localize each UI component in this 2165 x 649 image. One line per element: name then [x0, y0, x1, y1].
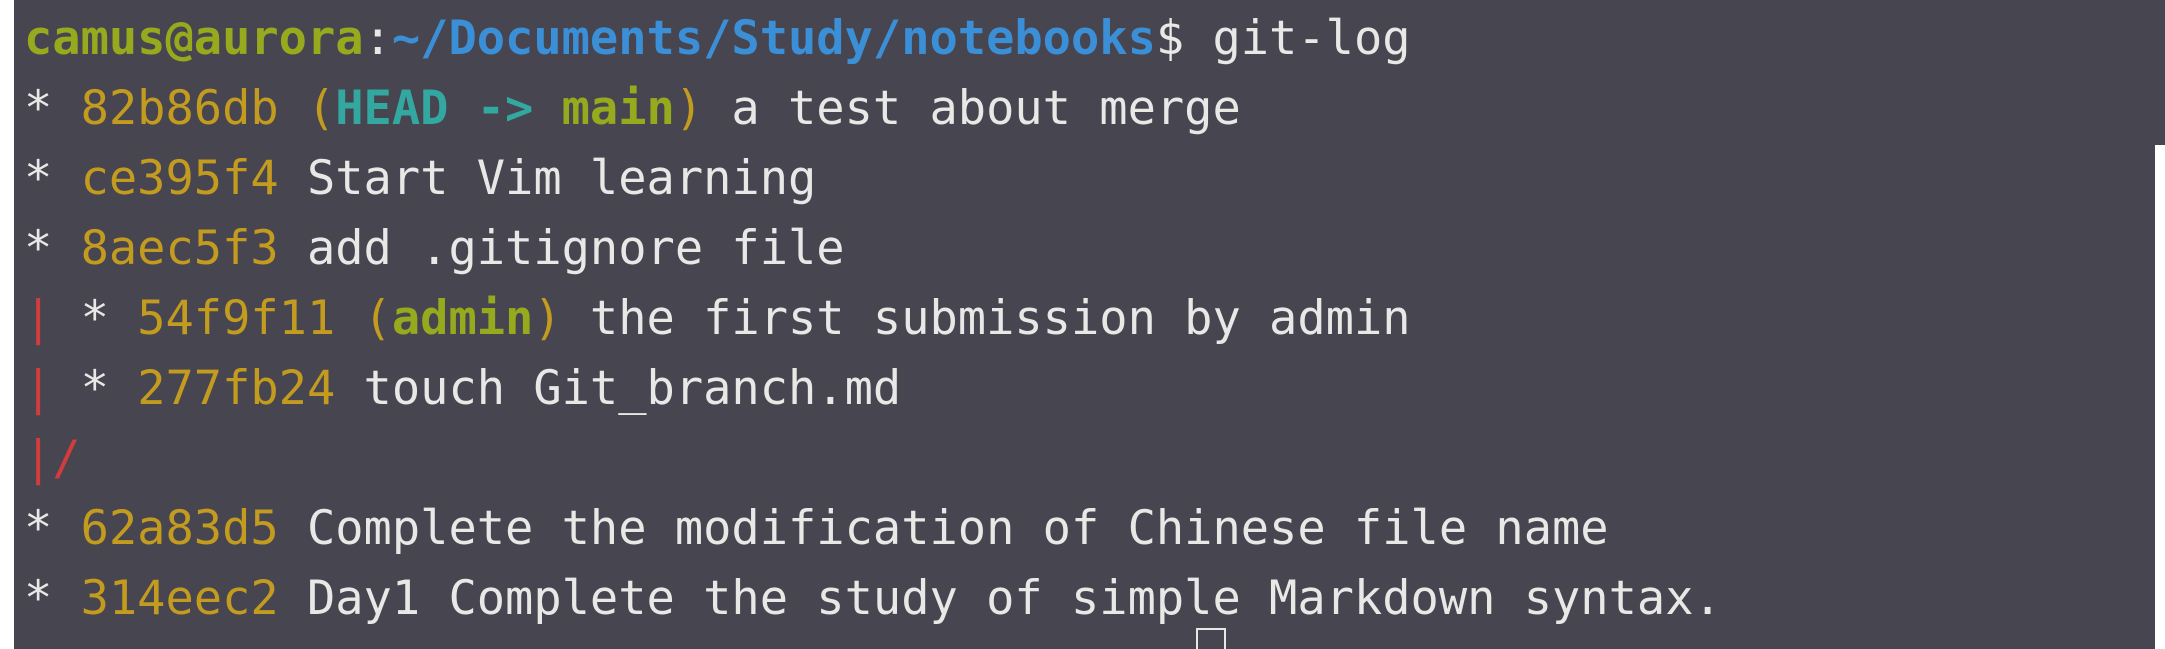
head-ref: HEAD ->: [335, 81, 562, 136]
graph-merge-line: |/: [24, 431, 81, 486]
commit-message: touch Git_branch.md: [335, 361, 902, 416]
scrollbar[interactable]: [2155, 145, 2165, 649]
prompt-symbol: $: [1155, 11, 1185, 66]
commit-message: Day1 Complete the study of simple Markdo…: [278, 571, 1722, 626]
log-line: |/: [24, 429, 81, 489]
log-line: | * 54f9f11 (admin) the first submission…: [24, 289, 1411, 349]
commit-message: Start Vim learning: [278, 151, 817, 206]
commit-hash: 8aec5f3: [80, 221, 279, 276]
graph-marker: *: [52, 361, 138, 416]
graph-branch-line: |: [24, 291, 53, 346]
log-line: * 314eec2 Day1 Complete the study of sim…: [24, 569, 1722, 629]
graph-marker: *: [24, 81, 81, 136]
branch-ref: main: [561, 81, 675, 136]
commit-message: add .gitignore file: [278, 221, 845, 276]
refs-open: (: [278, 81, 336, 136]
graph-marker: *: [24, 151, 81, 206]
commit-hash: 314eec2: [80, 571, 279, 626]
graph-marker: *: [24, 501, 81, 556]
terminal-output[interactable]: camus@aurora:~/Documents/Study/notebooks…: [24, 0, 2151, 649]
log-line: * 82b86db (HEAD -> main) a test about me…: [24, 79, 1241, 139]
log-line: * 62a83d5 Complete the modification of C…: [24, 499, 1609, 559]
graph-marker: *: [24, 221, 81, 276]
prompt-path: ~/Documents/Study/notebooks: [391, 11, 1156, 66]
commit-message: the first submission by admin: [561, 291, 1411, 346]
graph-branch-line: |: [24, 361, 53, 416]
window-edge: [0, 0, 14, 649]
graph-marker: *: [52, 291, 138, 346]
prompt-line: camus@aurora:~/Documents/Study/notebooks…: [24, 9, 1411, 69]
refs-open: (: [335, 291, 392, 346]
commit-message: Complete the modification of Chinese fil…: [278, 501, 1609, 556]
commit-hash: 62a83d5: [80, 501, 279, 556]
refs-close: ): [533, 291, 562, 346]
terminal-window[interactable]: camus@aurora:~/Documents/Study/notebooks…: [0, 0, 2165, 649]
branch-ref: admin: [391, 291, 534, 346]
graph-marker: *: [24, 571, 81, 626]
text-cursor: [1196, 628, 1226, 649]
log-line: * ce395f4 Start Vim learning: [24, 149, 816, 209]
commit-hash: 277fb24: [137, 361, 336, 416]
refs-close: ): [674, 81, 704, 136]
commit-hash: ce395f4: [80, 151, 279, 206]
commit-hash: 82b86db: [80, 81, 279, 136]
log-line: | * 277fb24 touch Git_branch.md: [24, 359, 901, 419]
commit-message: a test about merge: [703, 81, 1241, 136]
prompt-user-host: camus@aurora: [24, 11, 364, 66]
prompt-separator: :: [363, 11, 392, 66]
prompt-command: git-log: [1184, 11, 1411, 66]
log-line: * 8aec5f3 add .gitignore file: [24, 219, 845, 279]
commit-hash: 54f9f11: [137, 291, 336, 346]
